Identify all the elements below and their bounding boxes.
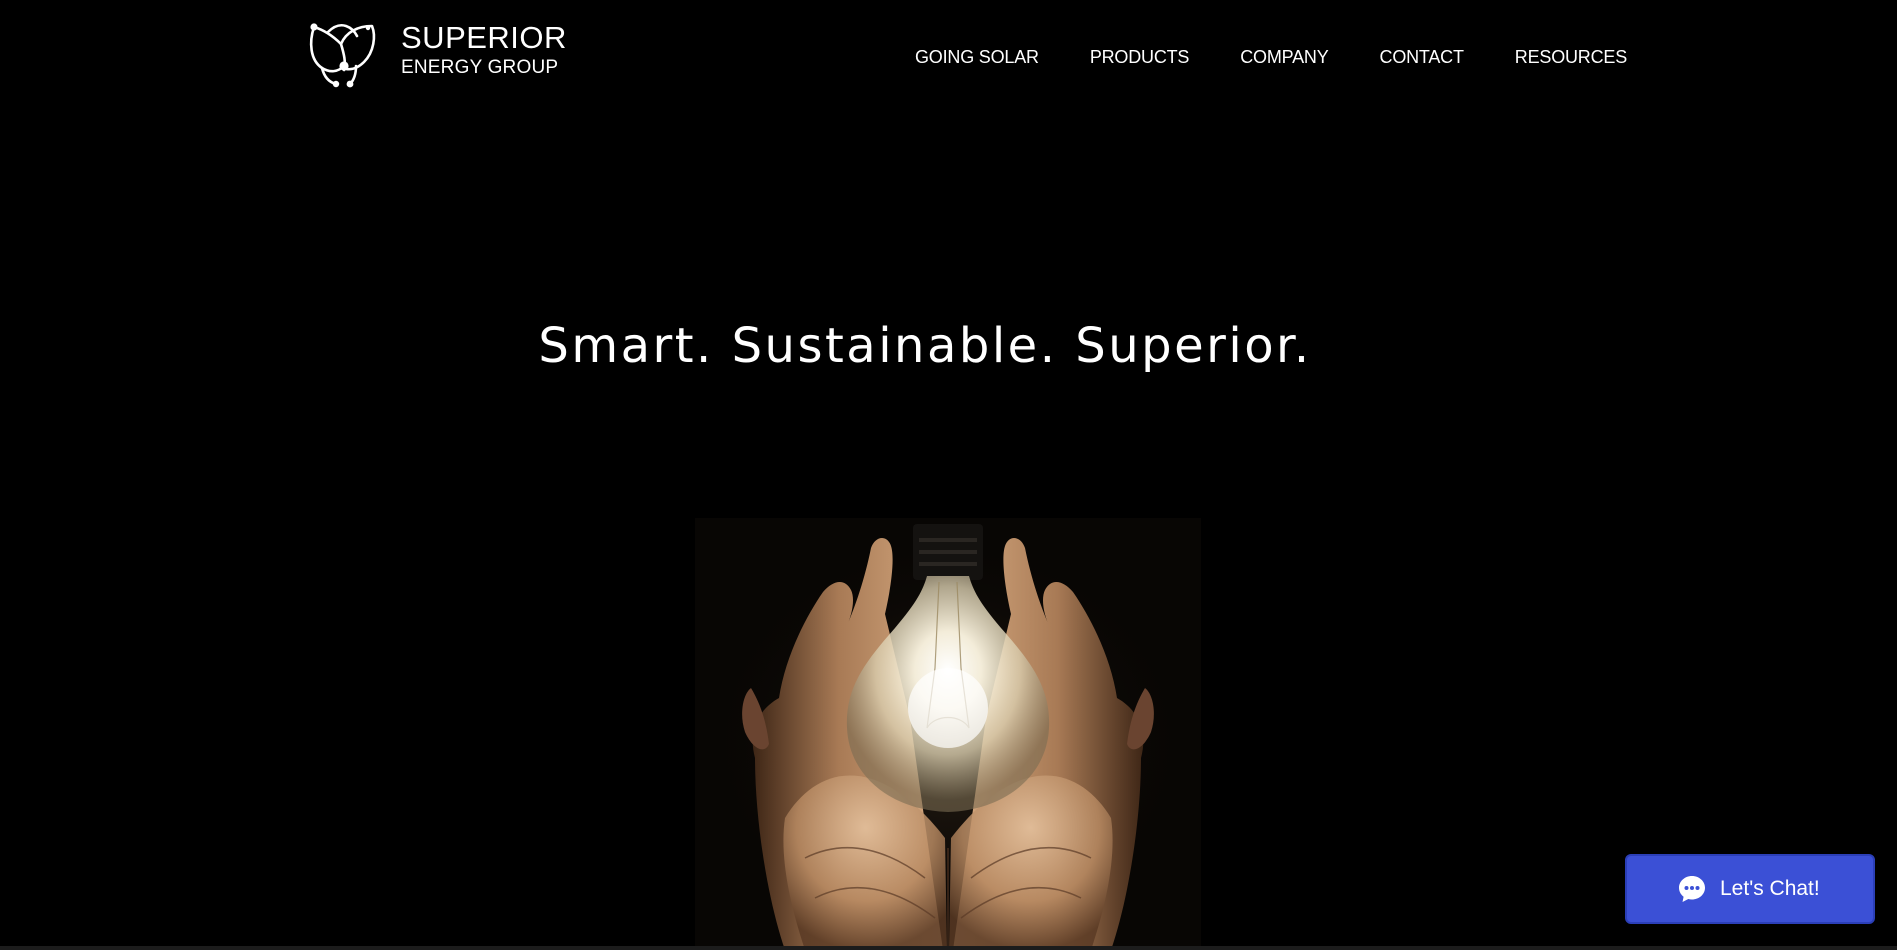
nav-item-contact[interactable]: CONTACT — [1380, 47, 1464, 68]
nav-item-company[interactable]: COMPANY — [1240, 47, 1328, 68]
chat-bubble-icon — [1679, 876, 1705, 902]
brand-name-line2: ENERGY GROUP — [401, 57, 559, 78]
page-bottom-divider — [0, 946, 1897, 950]
chat-button-label: Let's Chat! — [1720, 877, 1820, 900]
hands-holding-lightbulb-image — [695, 518, 1201, 950]
nav-item-products[interactable]: PRODUCTS — [1090, 47, 1190, 68]
chat-button[interactable]: Let's Chat! — [1625, 854, 1875, 924]
site-header: SUPERIOR ENERGY GROUP GOING SOLAR PRODUC… — [0, 0, 1897, 120]
nav-item-resources[interactable]: RESOURCES — [1515, 47, 1627, 68]
logo-link[interactable]: SUPERIOR ENERGY GROUP — [306, 22, 567, 90]
brand-name-line1: SUPERIOR — [401, 20, 567, 55]
main-nav: GOING SOLAR PRODUCTS COMPANY CONTACT RES… — [915, 47, 1627, 68]
nav-item-going-solar[interactable]: GOING SOLAR — [915, 47, 1039, 68]
logo-wordmark: SUPERIOR ENERGY GROUP — [401, 22, 567, 77]
hero-title-text: Smart. Sustainable. Superior. — [538, 318, 1312, 374]
hero-title: Smart. Sustainable. Superior. — [0, 318, 1897, 374]
tulip-logo-icon — [309, 23, 376, 88]
